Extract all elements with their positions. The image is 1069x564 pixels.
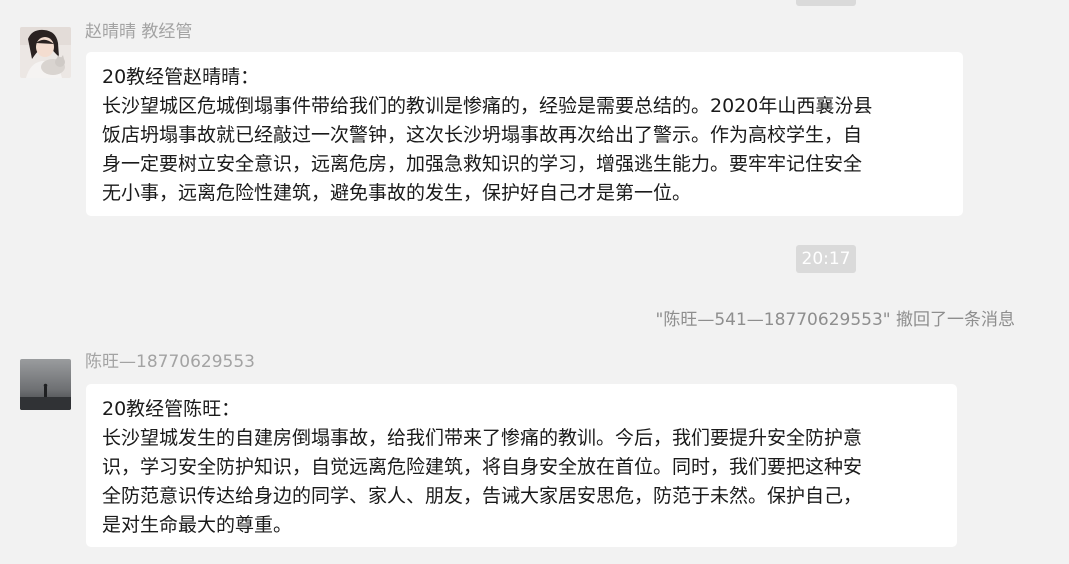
chat-message-area[interactable]: 赵晴晴 教经管 20教经管赵晴晴： 长沙望城区危城倒塌事件带给我们的教训是惨痛的… — [0, 0, 1069, 564]
message-text-line: 识，学习安全防护知识，自觉远离危险建筑，将自身安全放在首位。同时，我们要把这种安 — [102, 456, 863, 478]
time-separator: 20:17 — [796, 245, 856, 273]
message-text-line: 无小事，远离危险性建筑，避免事故的发生，保护好自己才是第一位。 — [102, 182, 692, 204]
sender-name: 赵晴晴 教经管 — [85, 22, 193, 42]
message-bubble[interactable]: 20教经管陈旺： 长沙望城发生的自建房倒塌事故，给我们带来了惨痛的教训。今后，我… — [86, 384, 957, 547]
message-text-line: 长沙望城区危城倒塌事件带给我们的教训是惨痛的，经验是需要总结的。2020年山西襄… — [102, 95, 873, 117]
message-text-line: 是对生命最大的尊重。 — [102, 514, 293, 536]
message-text-line: 20教经管陈旺： — [102, 398, 241, 420]
message-text-line: 长沙望城发生的自建房倒塌事故，给我们带来了惨痛的教训。今后，我们要提升安全防护意 — [102, 427, 863, 449]
message-text-line: 身一定要树立安全意识，远离危房，加强急救知识的学习，增强逃生能力。要牢牢记住安全 — [102, 153, 863, 175]
user-avatar-foggy-silhouette-icon — [20, 359, 71, 410]
sender-avatar[interactable] — [20, 27, 71, 78]
recall-notice: "陈旺—541—18770629553" 撤回了一条消息 — [655, 310, 1015, 330]
message-text-line: 饭店坍塌事故就已经敲过一次警钟，这次长沙坍塌事故再次给出了警示。作为高校学生，自 — [102, 124, 863, 146]
sender-name: 陈旺—18770629553 — [85, 352, 255, 372]
sender-avatar[interactable] — [20, 359, 71, 410]
time-separator-partial — [796, 0, 856, 6]
message-text-line: 20教经管赵晴晴： — [102, 66, 260, 88]
user-avatar-girl-with-cat-icon — [20, 27, 71, 78]
message-text-line: 全防范意识传达给身边的同学、家人、朋友，告诫大家居安思危，防范于未然。保护自己， — [102, 485, 863, 507]
message-bubble[interactable]: 20教经管赵晴晴： 长沙望城区危城倒塌事件带给我们的教训是惨痛的，经验是需要总结… — [86, 52, 963, 216]
